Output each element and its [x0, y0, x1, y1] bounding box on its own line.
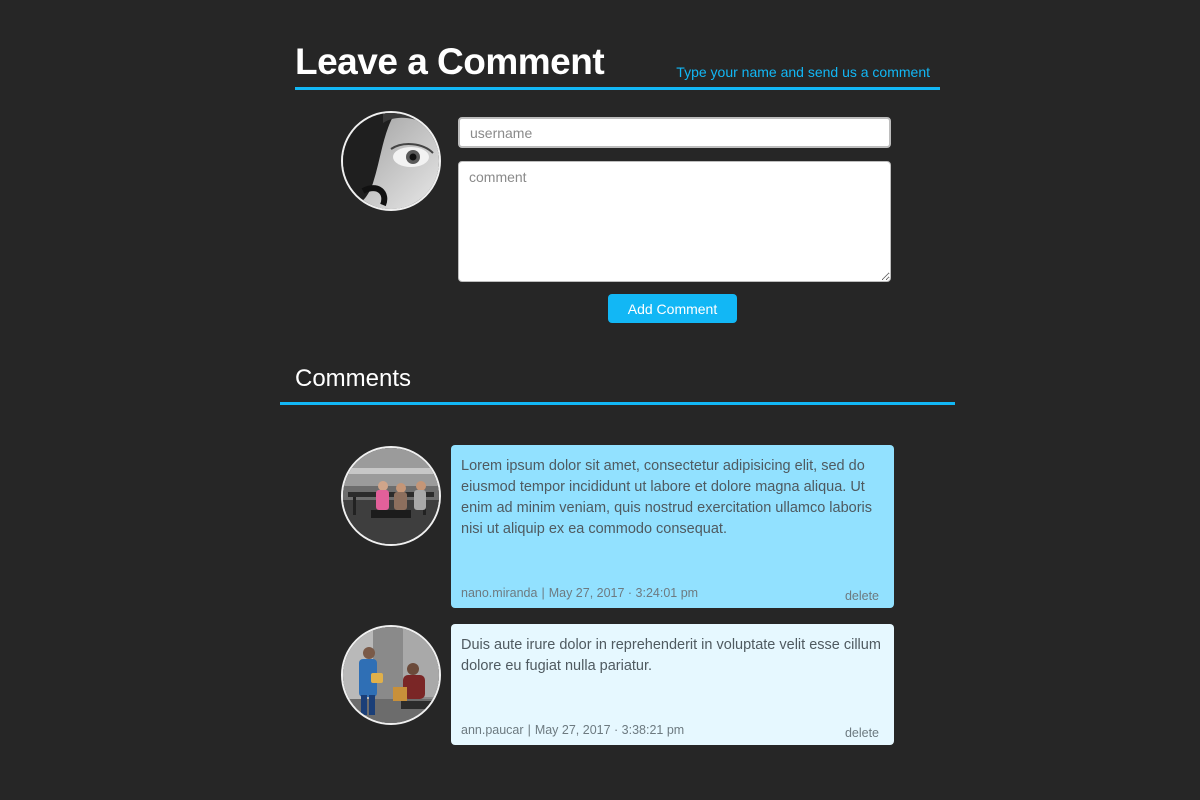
user-avatar-photo-icon — [343, 627, 439, 723]
meta-separator: | — [527, 723, 531, 737]
comment-meta: ann.paucar | May 27, 2017 · 3:38:21 pm — [461, 723, 684, 737]
comment-text: Lorem ipsum dolor sit amet, consectetur … — [461, 458, 873, 537]
leave-comment-header: Leave a Comment Type your name and send … — [295, 38, 940, 90]
comment-textarea[interactable] — [458, 161, 891, 282]
page-title: Leave a Comment — [295, 41, 605, 82]
delete-comment-link[interactable]: delete — [845, 726, 879, 740]
add-comment-button[interactable]: Add Comment — [608, 294, 737, 323]
comment-card: Lorem ipsum dolor sit amet, consectetur … — [451, 445, 894, 608]
comment-avatar — [341, 625, 441, 725]
comment-author: ann.paucar — [461, 723, 524, 737]
delete-comment-link[interactable]: delete — [845, 589, 879, 603]
user-avatar-photo-icon — [343, 448, 439, 544]
comment-avatar — [341, 446, 441, 546]
comment-date: May 27, 2017 · 3:24:01 pm — [548, 586, 699, 600]
comment-date: May 27, 2017 · 3:38:21 pm — [534, 723, 685, 737]
meta-separator: | — [541, 586, 545, 600]
comment-card: Duis aute irure dolor in reprehenderit i… — [451, 624, 894, 745]
page-subtitle: Type your name and send us a comment — [676, 64, 930, 80]
comment-text: Duis aute irure dolor in reprehenderit i… — [461, 637, 881, 674]
username-input[interactable] — [458, 117, 891, 148]
comments-header: Comments — [280, 360, 955, 405]
form-avatar — [341, 111, 441, 211]
comments-title: Comments — [295, 365, 412, 392]
user-avatar-photo-icon — [343, 113, 439, 209]
comment-meta: nano.miranda | May 27, 2017 · 3:24:01 pm — [461, 586, 698, 600]
comment-author: nano.miranda — [461, 586, 538, 600]
